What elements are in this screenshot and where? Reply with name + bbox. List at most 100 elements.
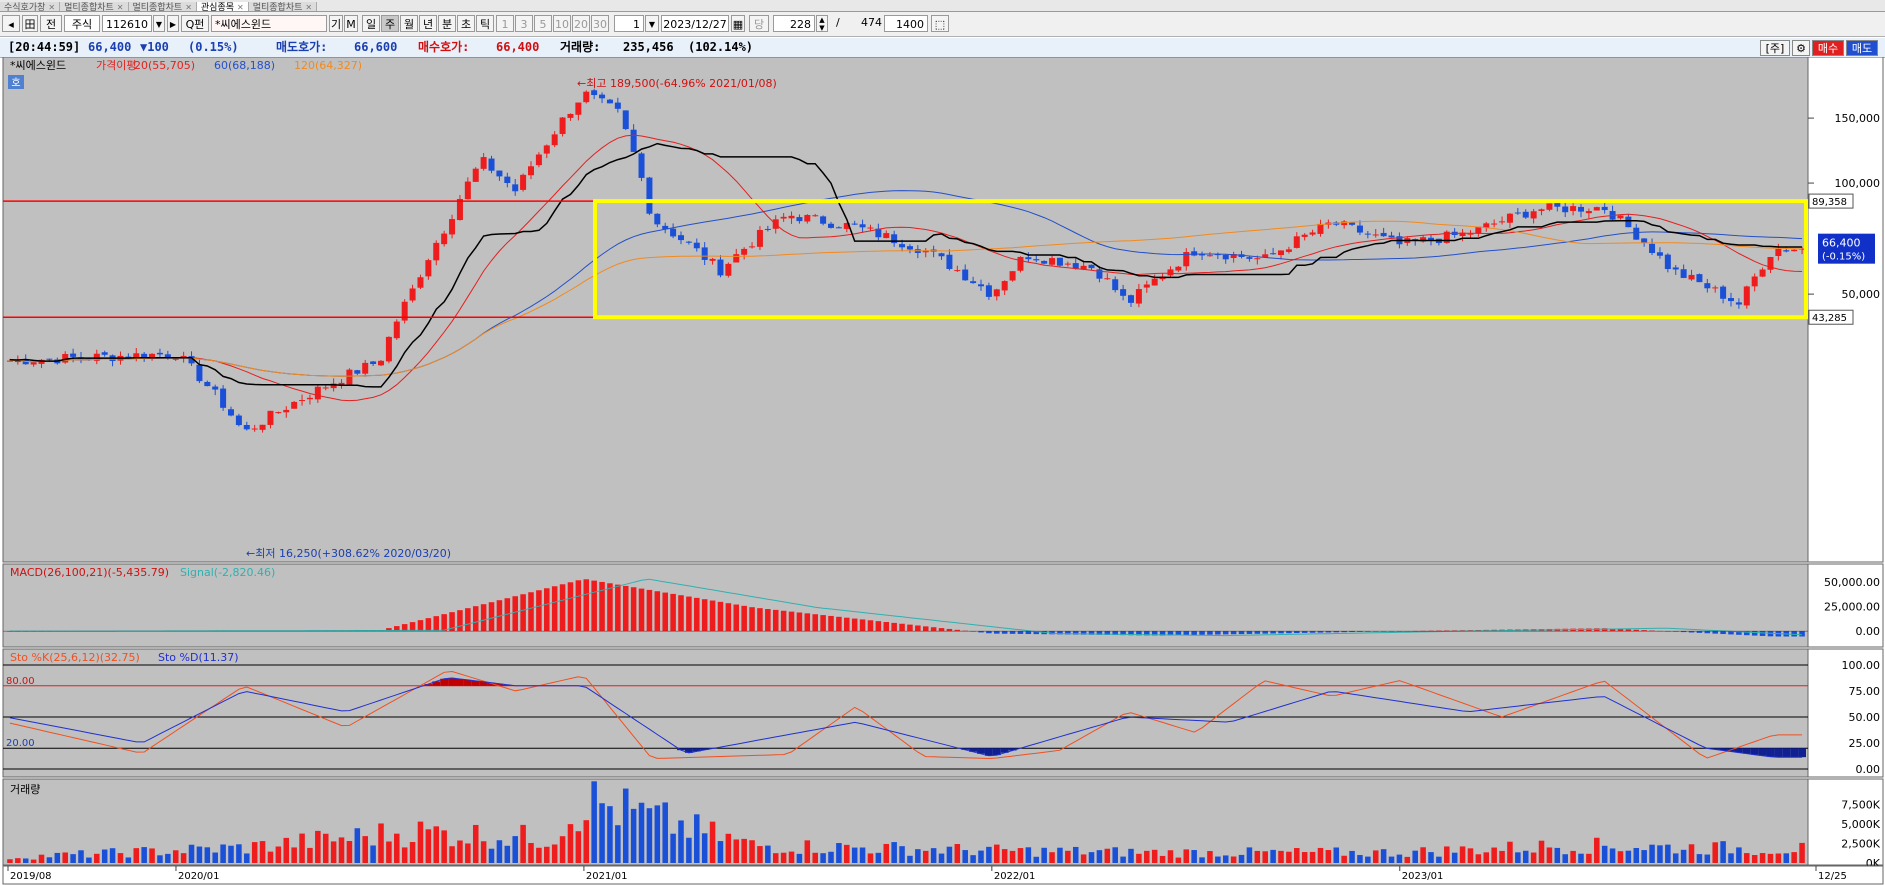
period-button[interactable]: 초	[457, 15, 475, 32]
dang-button[interactable]: 당	[749, 15, 769, 32]
period-bracket-button[interactable]: [주]	[1760, 40, 1790, 56]
bars-input[interactable]: 1400	[884, 15, 928, 32]
candle-body	[567, 113, 574, 118]
interval-dropdown-icon[interactable]: ▼	[645, 15, 659, 32]
tab-label: 멀티종합차트	[64, 3, 114, 12]
volume-bar	[867, 853, 874, 863]
x-tick-label: 2019/08	[10, 871, 52, 882]
buy-button[interactable]: 매수	[1812, 40, 1844, 56]
price-tick-label: 100,000	[1835, 177, 1881, 190]
candle-body	[1088, 264, 1095, 269]
candle-body	[156, 352, 163, 355]
volume-bar	[220, 844, 226, 863]
date-input[interactable]: 2023/12/27	[661, 15, 729, 32]
volume-bar	[394, 833, 400, 863]
close-icon[interactable]: ✕	[305, 3, 312, 11]
pin-button[interactable]: ◂	[2, 15, 20, 32]
close-icon[interactable]: ✕	[117, 3, 124, 11]
symbol-list-icon[interactable]: 田	[22, 15, 38, 32]
volume-bar	[1025, 847, 1032, 863]
chevron-down-icon[interactable]: ▼	[153, 15, 165, 32]
minute-option-button[interactable]: 10	[553, 15, 571, 32]
period-button[interactable]: 분	[438, 15, 456, 32]
volume-bar	[575, 831, 582, 863]
m-button[interactable]: M	[344, 15, 358, 32]
macd-bar	[930, 627, 937, 632]
candle-body	[504, 176, 511, 184]
macd-bar	[465, 608, 471, 632]
gear-icon[interactable]: ⚙	[1792, 40, 1810, 56]
count-spinner[interactable]: ▲ ▼	[816, 15, 828, 32]
volume-bar	[1222, 855, 1229, 863]
close-icon[interactable]: ✕	[237, 3, 244, 11]
macd-bar	[1720, 631, 1726, 635]
candle-body	[1112, 279, 1119, 291]
macd-bar	[1751, 631, 1758, 636]
candle-body	[1585, 211, 1592, 214]
period-button[interactable]: 월	[400, 15, 418, 32]
macd-bar	[686, 596, 692, 632]
volume-bar	[820, 853, 826, 863]
sto-d-title: Sto %D(11.37)	[158, 651, 239, 664]
volume-bar	[1230, 856, 1237, 863]
sell-button[interactable]: 매도	[1846, 40, 1878, 56]
count-input[interactable]: 228	[773, 15, 815, 32]
minute-option-button[interactable]: 1	[496, 15, 514, 32]
interval-input[interactable]: 1	[614, 15, 644, 32]
screen-settings-icon[interactable]: ⬚	[931, 15, 949, 32]
low-annotation: ←최저 16,250(+308.62% 2020/03/20)	[246, 547, 451, 560]
tab-4[interactable]: 멀티종합차트 ✕	[248, 2, 318, 11]
volume-bar	[22, 858, 29, 863]
volume-bar	[1751, 855, 1758, 863]
tab-0[interactable]: 수식호가창 ✕	[0, 2, 61, 11]
prev-button[interactable]: 전	[40, 15, 62, 32]
period-button[interactable]: 틱	[476, 15, 494, 32]
period-button[interactable]: 년	[419, 15, 437, 32]
volume-bar	[1657, 845, 1663, 863]
tab-2[interactable]: 멀티종합차트 ✕	[128, 2, 197, 11]
macd-bar	[583, 579, 590, 632]
volume-bar	[338, 837, 345, 863]
volume-bar	[354, 828, 361, 863]
search-button[interactable]: Q펀	[181, 15, 209, 32]
close-icon[interactable]: ✕	[48, 3, 55, 11]
volume-bar	[749, 840, 755, 863]
volume-bar	[1451, 852, 1458, 863]
volume-bar	[1680, 849, 1687, 863]
volume-bar	[1254, 850, 1261, 863]
chevron-right-icon[interactable]: ▶	[167, 15, 179, 32]
tab-3[interactable]: 관심종목 ✕	[196, 2, 249, 11]
ki-button[interactable]: 기	[329, 15, 343, 32]
tab-1[interactable]: 멀티종합차트 ✕	[60, 2, 129, 12]
x-axis-band	[2, 865, 1884, 885]
market-select[interactable]: 주식	[64, 15, 100, 32]
minute-option-button[interactable]: 3	[515, 15, 533, 32]
stock-name-field[interactable]: *씨에스윈드	[211, 15, 327, 32]
calendar-button[interactable]: ▦	[731, 15, 745, 32]
volume-bar	[1349, 850, 1355, 863]
candle-body	[693, 242, 700, 249]
macd-bar	[670, 593, 676, 632]
code-input[interactable]: 112610	[102, 15, 152, 32]
volume-bar	[1625, 850, 1632, 863]
volume-bar	[1522, 850, 1529, 863]
volume-bar	[1444, 846, 1450, 863]
volume-bar	[1136, 853, 1142, 863]
period-button[interactable]: 주	[381, 15, 399, 32]
close-icon[interactable]: ✕	[185, 3, 192, 11]
macd-bar	[441, 614, 447, 632]
macd-bar	[994, 631, 1000, 634]
macd-bar	[828, 615, 834, 632]
period-button[interactable]: 일	[362, 15, 380, 32]
minute-option-button[interactable]: 5	[534, 15, 552, 32]
volume-bar	[836, 843, 842, 863]
info-change-pct: (0.15%)	[188, 40, 239, 54]
minute-option-button[interactable]: 30	[591, 15, 609, 32]
minute-option-button[interactable]: 20	[572, 15, 590, 32]
candle-body	[1293, 236, 1300, 248]
macd-tick-label: 50,000.00	[1824, 576, 1880, 589]
volume-bar	[62, 852, 68, 863]
volume-bar	[772, 853, 779, 863]
candle-body	[1349, 222, 1356, 225]
chart-area[interactable]: 150,000 100,000 50,000 89,358 43,285 66,400 (-…	[0, 57, 1885, 885]
